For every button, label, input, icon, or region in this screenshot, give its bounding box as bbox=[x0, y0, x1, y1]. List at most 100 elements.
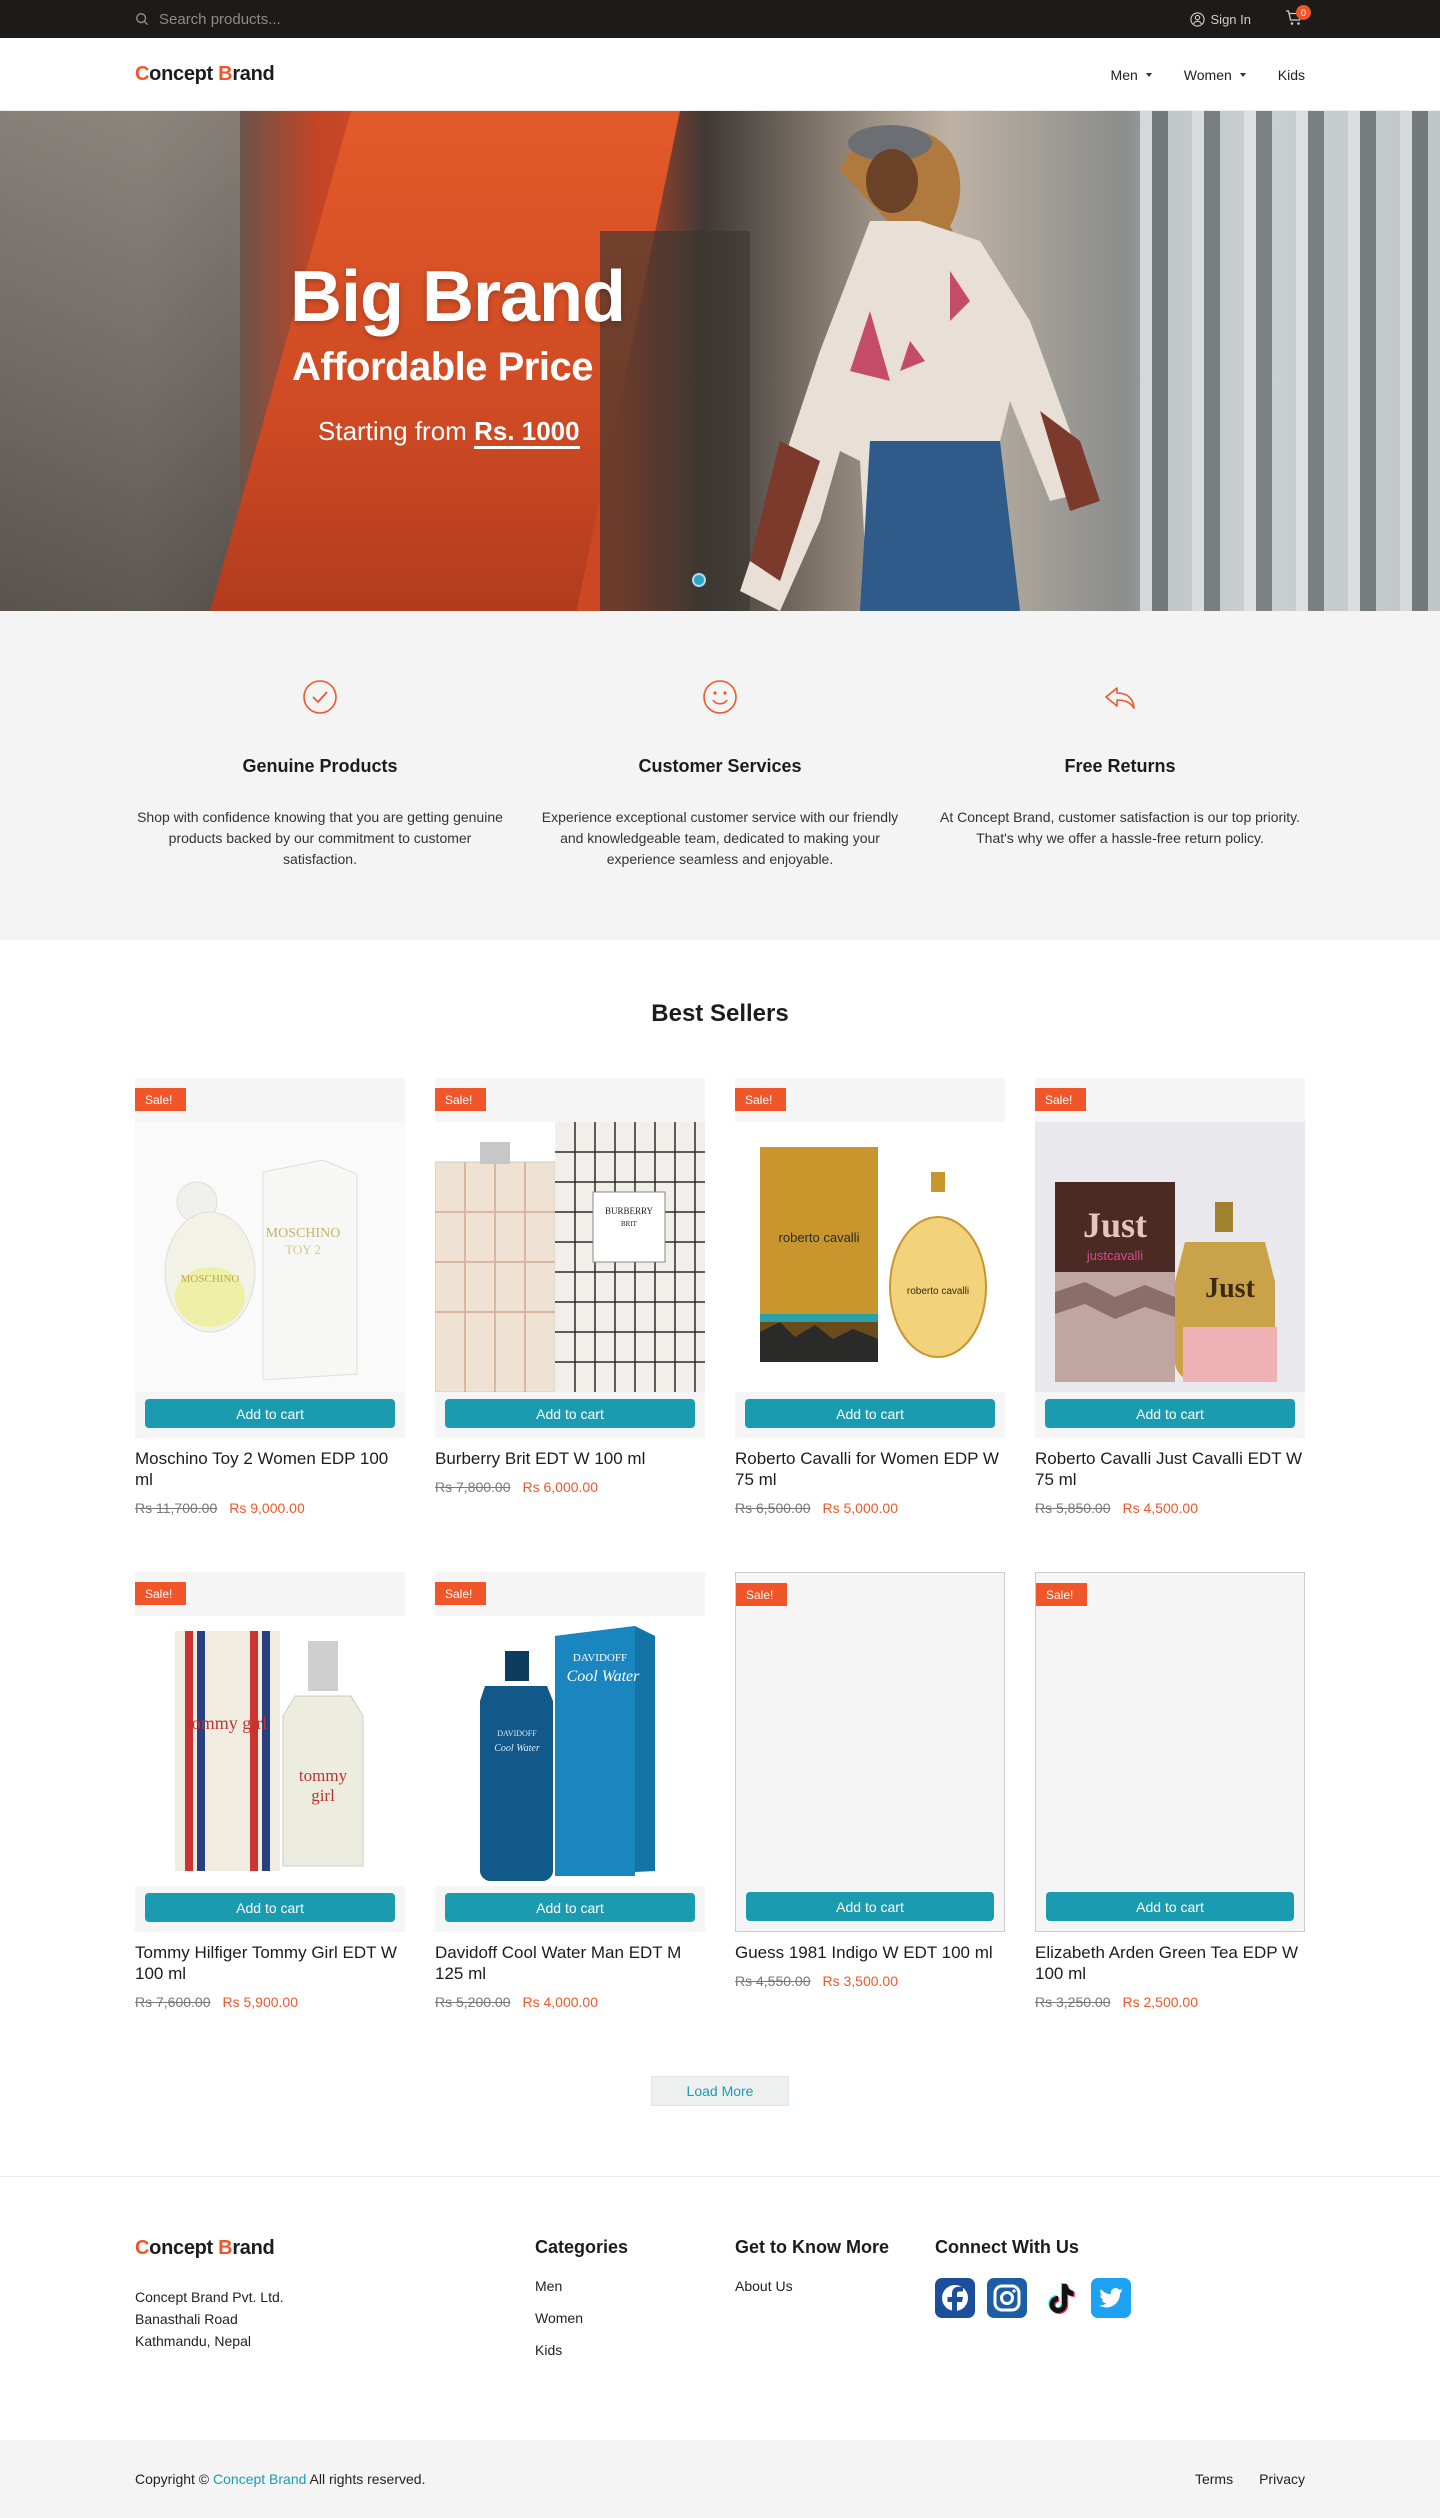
old-price: Rs 5,850.00 bbox=[1035, 1500, 1111, 1516]
copyright-brand-link[interactable]: Concept Brand bbox=[213, 2471, 306, 2487]
product-name[interactable]: Roberto Cavalli for Women EDP W 75 ml bbox=[735, 1448, 1005, 1490]
product-prices: Rs 3,250.00 Rs 2,500.00 bbox=[1035, 1994, 1305, 2010]
svg-text:tommy girl: tommy girl bbox=[187, 1713, 268, 1733]
hero-bg-window bbox=[1140, 111, 1440, 611]
product-name[interactable]: Elizabeth Arden Green Tea EDP W 100 ml bbox=[1035, 1942, 1305, 1984]
feature-title: Customer Services bbox=[638, 756, 802, 776]
sale-badge: Sale! bbox=[1036, 1583, 1088, 1606]
bottom-bar: Copyright © Concept Brand All rights res… bbox=[0, 2440, 1440, 2518]
product-image[interactable]: Sale! MOSCHINO MOSCHINO TOY 2 Add to car… bbox=[135, 1078, 405, 1438]
add-to-cart-button[interactable]: Add to cart bbox=[746, 1892, 994, 1921]
burberry-bottle-image: BURBERRY BRIT bbox=[435, 1122, 705, 1392]
hero-text: Big Brand Affordable Price Starting from… bbox=[290, 257, 626, 449]
svg-text:justcavalli: justcavalli bbox=[1086, 1248, 1143, 1263]
footer-link-women[interactable]: Women bbox=[535, 2310, 735, 2326]
copyright-text: Copyright © Concept Brand All rights res… bbox=[135, 2471, 426, 2487]
product-name[interactable]: Guess 1981 Indigo W EDT 100 ml bbox=[735, 1942, 1005, 1963]
old-price: Rs 7,800.00 bbox=[435, 1479, 511, 1495]
product-image[interactable]: Sale! DAVIDOFF Cool Water DAVIDOFF Cool … bbox=[435, 1572, 705, 1932]
product-prices: Rs 5,850.00 Rs 4,500.00 bbox=[1035, 1500, 1305, 1516]
svg-text:roberto cavalli: roberto cavalli bbox=[779, 1230, 860, 1245]
svg-text:BRIT: BRIT bbox=[621, 1220, 638, 1228]
product-image[interactable]: Sale! BURBERRY BRIT Add to cart bbox=[435, 1078, 705, 1438]
product-name[interactable]: Burberry Brit EDT W 100 ml bbox=[435, 1448, 705, 1469]
sign-in-label: Sign In bbox=[1210, 11, 1251, 27]
add-to-cart-button[interactable]: Add to cart bbox=[145, 1399, 395, 1428]
product-card: Sale! BURBERRY BRIT Add to cart Burberry… bbox=[435, 1078, 705, 1572]
connect-heading: Connect With Us bbox=[935, 2237, 1079, 2257]
feature-customer-service: Customer Services Experience exceptional… bbox=[535, 679, 905, 870]
cart-button[interactable]: 0 bbox=[1285, 5, 1311, 29]
nav-item-kids[interactable]: Kids bbox=[1278, 67, 1305, 83]
hero-subtitle: Affordable Price bbox=[292, 345, 593, 389]
product-card: Sale! Add to cart Elizabeth Arden Green … bbox=[1035, 1572, 1305, 2066]
add-to-cart-button[interactable]: Add to cart bbox=[145, 1893, 395, 1922]
product-name[interactable]: Roberto Cavalli Just Cavalli EDT W 75 ml bbox=[1035, 1448, 1305, 1490]
instagram-icon[interactable] bbox=[987, 2278, 1027, 2318]
add-to-cart-button[interactable]: Add to cart bbox=[1045, 1399, 1295, 1428]
cart-count-badge: 0 bbox=[1296, 5, 1311, 20]
sale-badge: Sale! bbox=[135, 1582, 187, 1605]
svg-text:girl: girl bbox=[311, 1786, 335, 1805]
feature-free-returns: Free Returns At Concept Brand, customer … bbox=[935, 679, 1305, 870]
nav-item-women[interactable]: Women bbox=[1184, 67, 1246, 83]
twitter-icon[interactable] bbox=[1091, 2278, 1131, 2318]
product-image[interactable]: Sale! Just justcavalli Just Add to cart bbox=[1035, 1078, 1305, 1438]
product-card: Sale! MOSCHINO MOSCHINO TOY 2 Add to car… bbox=[135, 1078, 405, 1572]
footer-link-kids[interactable]: Kids bbox=[535, 2342, 735, 2358]
product-card: Sale! Just justcavalli Just Add to cart bbox=[1035, 1078, 1305, 1572]
product-name[interactable]: Tommy Hilfiger Tommy Girl EDT W 100 ml bbox=[135, 1942, 405, 1984]
footer-link-men[interactable]: Men bbox=[535, 2278, 735, 2294]
hero-model-image bbox=[740, 125, 1100, 611]
add-to-cart-button[interactable]: Add to cart bbox=[445, 1399, 695, 1428]
svg-text:MOSCHINO: MOSCHINO bbox=[266, 1226, 341, 1241]
feature-title: Genuine Products bbox=[242, 756, 398, 776]
slider-dot[interactable] bbox=[692, 573, 706, 587]
main-header: Concept Brand Men Women Kids bbox=[0, 38, 1440, 111]
hero-title: Big Brand bbox=[290, 257, 626, 337]
terms-link[interactable]: Terms bbox=[1195, 2471, 1233, 2487]
footer-link-about[interactable]: About Us bbox=[735, 2278, 935, 2294]
product-name[interactable]: Moschino Toy 2 Women EDP 100 ml bbox=[135, 1448, 405, 1490]
add-to-cart-button[interactable]: Add to cart bbox=[445, 1893, 695, 1922]
hero-bg-wall bbox=[0, 111, 240, 611]
sale-price: Rs 2,500.00 bbox=[1122, 1994, 1199, 2010]
sign-in-link[interactable]: Sign In bbox=[1189, 11, 1251, 27]
svg-text:Just: Just bbox=[1083, 1205, 1147, 1245]
product-card: Sale! roberto cavalli roberto cavalli Ad… bbox=[735, 1078, 1005, 1572]
sale-badge: Sale! bbox=[135, 1088, 187, 1111]
product-image[interactable]: Sale! tommy girl tommy girl Add to cart bbox=[135, 1572, 405, 1932]
load-more-button[interactable]: Load More bbox=[651, 2076, 789, 2106]
hero-banner[interactable]: Big Brand Affordable Price Starting from… bbox=[0, 111, 1440, 611]
product-prices: Rs 7,800.00 Rs 6,000.00 bbox=[435, 1479, 705, 1495]
brand-logo[interactable]: Concept Brand bbox=[135, 63, 275, 86]
old-price: Rs 11,700.00 bbox=[135, 1500, 218, 1516]
product-image[interactable]: Sale! roberto cavalli roberto cavalli Ad… bbox=[735, 1078, 1005, 1438]
product-card: Sale! Add to cart Guess 1981 Indigo W ED… bbox=[735, 1572, 1005, 2066]
add-to-cart-button[interactable]: Add to cart bbox=[745, 1399, 995, 1428]
tiktok-icon[interactable] bbox=[1039, 2278, 1079, 2318]
old-price: Rs 3,250.00 bbox=[1035, 1994, 1111, 2010]
nav-item-men[interactable]: Men bbox=[1111, 67, 1152, 83]
facebook-icon[interactable] bbox=[935, 2278, 975, 2318]
know-more-heading: Get to Know More bbox=[735, 2237, 889, 2257]
svg-text:roberto cavalli: roberto cavalli bbox=[907, 1286, 969, 1297]
search-icon bbox=[136, 13, 149, 26]
svg-text:MOSCHINO: MOSCHINO bbox=[181, 1273, 240, 1285]
search-input[interactable]: Search products... bbox=[159, 11, 281, 28]
privacy-link[interactable]: Privacy bbox=[1259, 2471, 1305, 2487]
add-to-cart-button[interactable]: Add to cart bbox=[1046, 1892, 1294, 1921]
footer-logo[interactable]: Concept Brand bbox=[135, 2237, 535, 2260]
smile-icon bbox=[703, 680, 737, 714]
sale-badge: Sale! bbox=[736, 1583, 788, 1606]
product-name[interactable]: Davidoff Cool Water Man EDT M 125 ml bbox=[435, 1942, 705, 1984]
search-bar[interactable]: Search products... bbox=[135, 11, 281, 28]
section-title: Best Sellers bbox=[651, 1000, 789, 1027]
product-image[interactable]: Sale! Add to cart bbox=[1035, 1572, 1305, 1932]
old-price: Rs 7,600.00 bbox=[135, 1994, 211, 2010]
user-icon bbox=[1189, 11, 1205, 27]
product-image[interactable]: Sale! Add to cart bbox=[735, 1572, 1005, 1932]
product-grid: Sale! MOSCHINO MOSCHINO TOY 2 Add to car… bbox=[135, 1078, 1305, 2066]
reply-arrow-icon bbox=[1105, 687, 1135, 709]
cool-water-bottle-image: DAVIDOFF Cool Water DAVIDOFF Cool Water bbox=[435, 1616, 705, 1886]
